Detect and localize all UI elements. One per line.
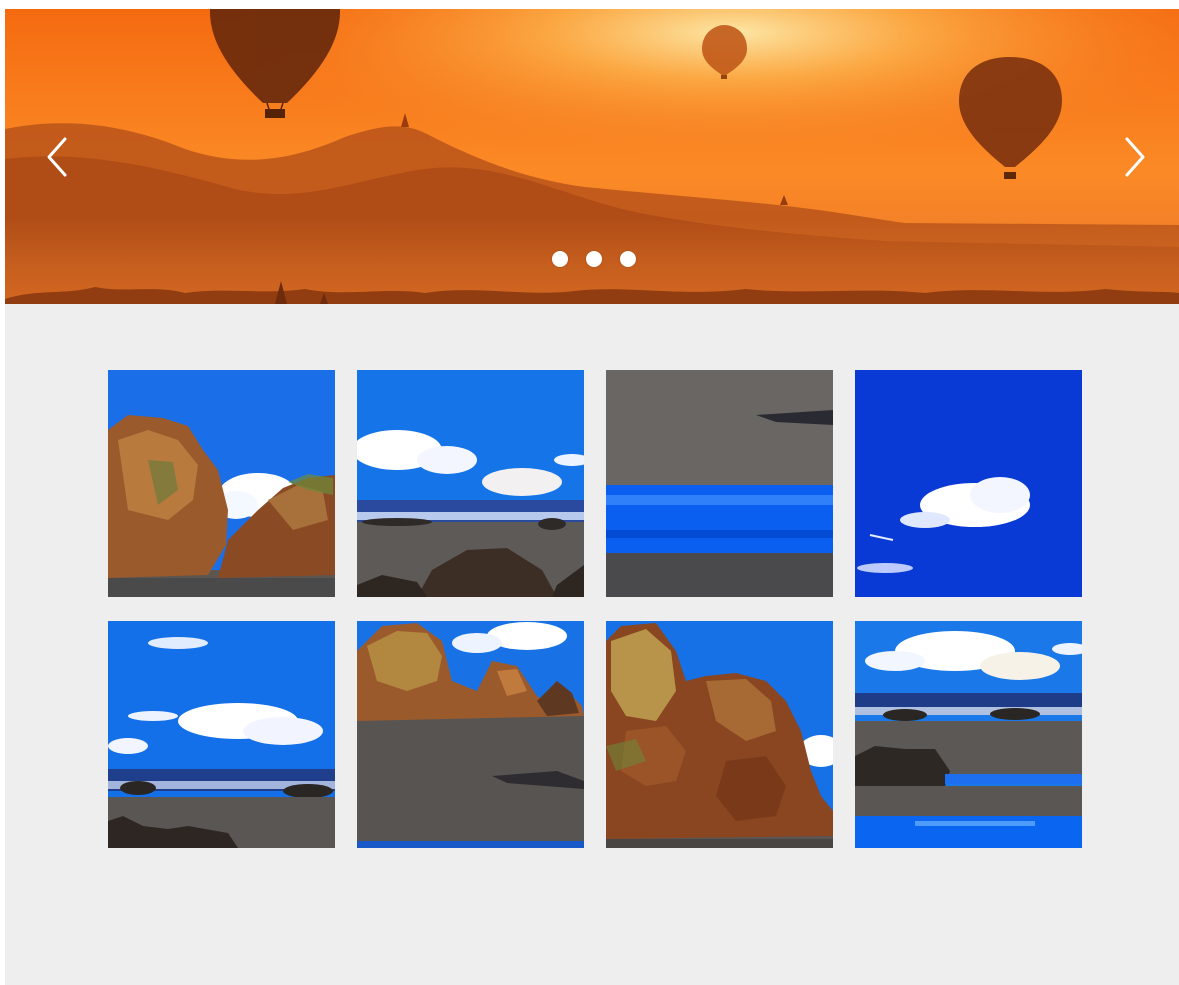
rocks-over-beach-image [357, 621, 584, 848]
coastal-rock-image [108, 370, 335, 597]
gallery-thumbnail[interactable] [108, 370, 335, 597]
chevron-right-icon [1125, 137, 1145, 177]
gallery-thumbnail[interactable] [357, 621, 584, 848]
gallery-thumbnail[interactable] [108, 621, 335, 848]
carousel-indicators [552, 251, 636, 267]
carousel-next-button[interactable] [1119, 135, 1151, 179]
hero-carousel [5, 9, 1179, 304]
carousel-dot-2[interactable] [586, 251, 602, 267]
carousel-prev-button[interactable] [41, 135, 73, 179]
tall-rock-image [606, 621, 833, 848]
page [5, 9, 1179, 985]
chevron-left-icon [47, 137, 67, 177]
carousel-dot-1[interactable] [552, 251, 568, 267]
carousel-dot-3[interactable] [620, 251, 636, 267]
seaside-rocks-image [855, 621, 1082, 848]
gallery-thumbnail[interactable] [855, 621, 1082, 848]
gallery-thumbnail[interactable] [357, 370, 584, 597]
gallery-thumbnail[interactable] [606, 621, 833, 848]
gallery-thumbnail[interactable] [606, 370, 833, 597]
beach-clouds-image [357, 370, 584, 597]
gallery-thumbnail[interactable] [855, 370, 1082, 597]
ocean-horizon-image [108, 621, 335, 848]
wet-sand-image [606, 370, 833, 597]
blue-sky-cloud-image [855, 370, 1082, 597]
